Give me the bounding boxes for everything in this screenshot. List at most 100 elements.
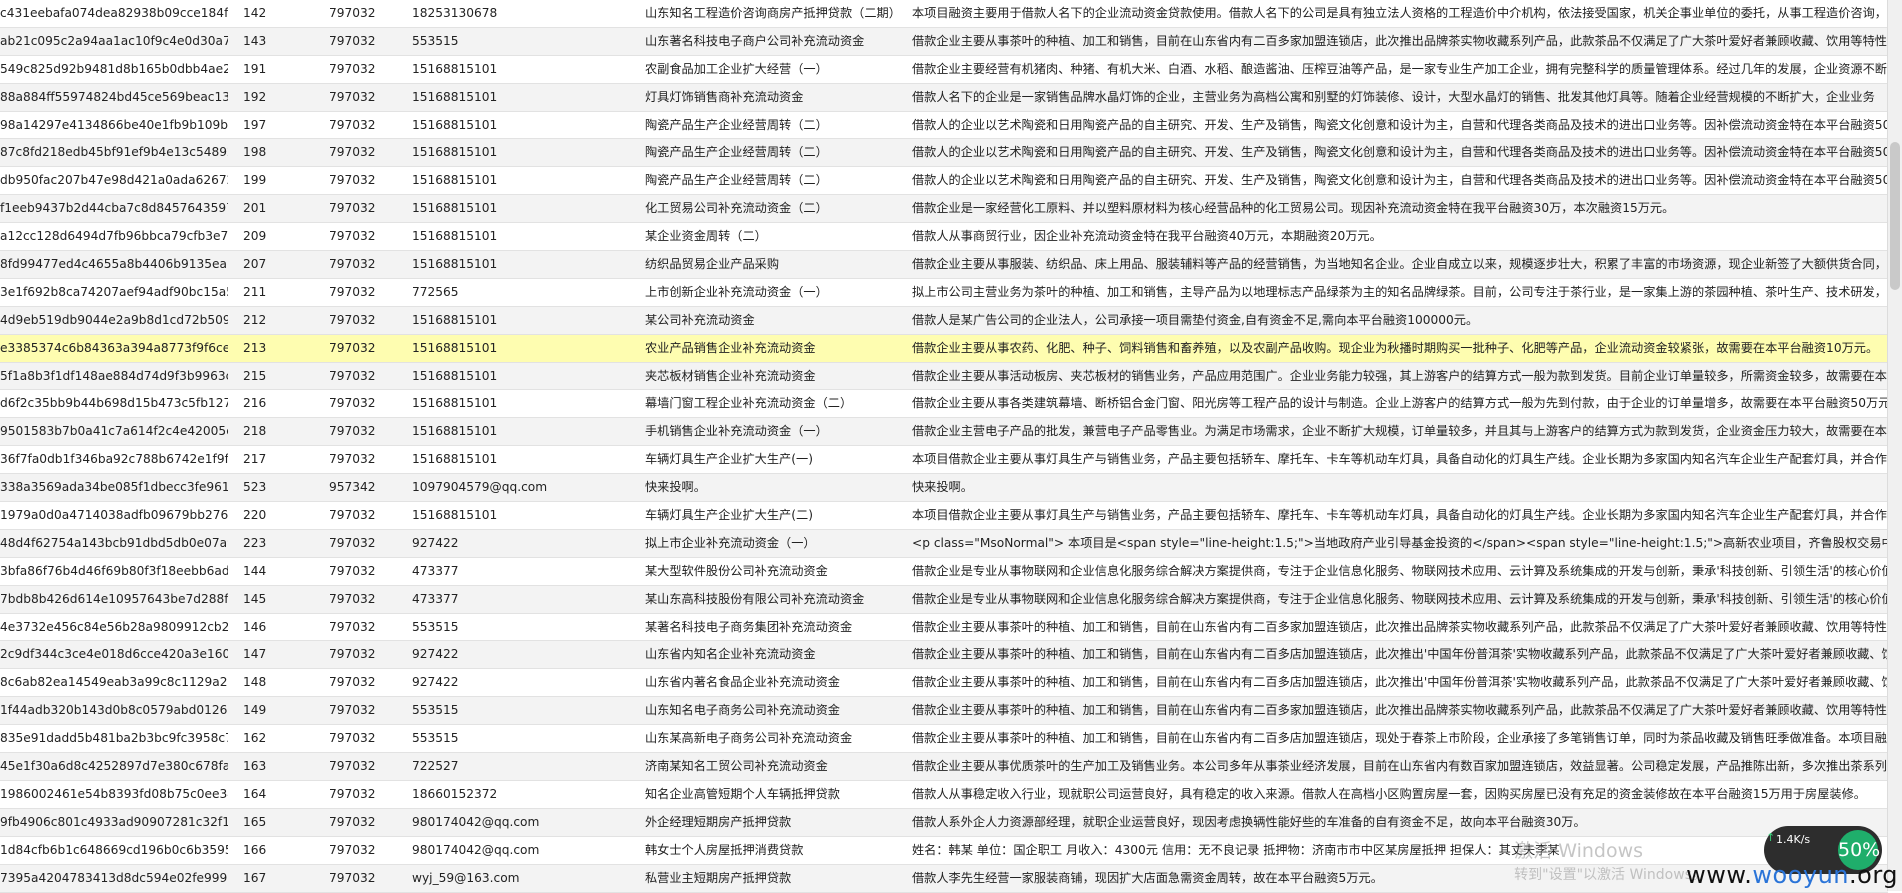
row-contact-cell: 15168815101 (412, 312, 498, 327)
table-row[interactable]: 7bdb8b426d614e10957643be7d288fdd 145 79703… (0, 585, 1888, 614)
row-contact-cell: 15168815101 (412, 173, 498, 188)
row-description-cell: 借款人的企业以艺术陶瓷和日用陶瓷产品的自主研究、开发、生产及销售，陶瓷文化创意和… (912, 145, 1888, 160)
row-hash-cell: 9fb4906c801c4933ad90907281c32f19 (0, 814, 228, 829)
row-hash-cell: 8fd99477ed4c4655a8b4406b9135eab5 (0, 257, 228, 272)
table-row[interactable]: 549c825d92b9481d8b165b0dbb4ae2c3 191 79703… (0, 56, 1888, 84)
table-row[interactable]: 9fb4906c801c4933ad90907281c32f19 165 79703… (0, 808, 1888, 837)
row-hash-cell: 98a14297e4134866be40e1fb9b109b92 (0, 117, 228, 132)
row-hash-cell: 88a884ff55974824bd45ce569beac13a (0, 89, 228, 104)
row-seq-cell: 191 (243, 61, 267, 76)
row-hash-cell: 48d4f62754a143bcb91dbd5db0e07a9b (0, 535, 228, 550)
table-row[interactable]: db950fac207b47e98d421a0ada62672c 199 79703… (0, 167, 1888, 196)
row-code-cell: 797032 (329, 89, 376, 104)
row-hash-cell: db950fac207b47e98d421a0ada62672c (0, 173, 228, 188)
row-code-cell: 797032 (329, 284, 376, 299)
windows-activation-watermark: 激活 Windows 转到"设置"以激活 Windows。 (1514, 839, 1706, 887)
table-row[interactable]: 5f1a8b3f1df148ae884d74d9f3b9963c 215 79703… (0, 362, 1888, 391)
row-seq-cell: 146 (243, 619, 267, 634)
site-name: wooyun (1752, 861, 1849, 889)
row-code-cell: 797032 (329, 368, 376, 383)
row-seq-cell: 145 (243, 591, 267, 606)
row-seq-cell: 192 (243, 89, 267, 104)
row-description-cell: 快来投啊。 (912, 480, 973, 495)
table-row[interactable]: 45e1f30a6d8c4252897d7e380c678fa1 163 79703… (0, 753, 1888, 781)
row-hash-cell: f1eeb9437b2d44cba7c8d8457643597 9 (0, 201, 228, 216)
row-title-cell: 私营业主短期房产抵押贷款 (645, 870, 792, 885)
table-row[interactable]: c431eebafa074dea82938b09cce184fd 142 79703… (0, 0, 1888, 28)
site-prefix: www. (1686, 861, 1753, 889)
row-contact-cell: 553515 (412, 33, 459, 48)
row-contact-cell: 722527 (412, 759, 459, 774)
row-title-cell: 上市创新企业补充流动资金（一） (645, 284, 828, 299)
table-row[interactable]: a12cc128d6494d7fb96bbca79cfb3e7b 209 79703… (0, 223, 1888, 252)
table-row[interactable]: 1979a0d0a4714038adfb09679bb2767b 220 79703… (0, 502, 1888, 530)
row-seq-cell: 165 (243, 814, 267, 829)
row-hash-cell: 4e3732e456c84e56b28a9809912cb2cb (0, 619, 228, 634)
table-row[interactable]: ab21c095c2a94aa1ac10f9c4e0d30a7b 143 79703… (0, 27, 1888, 56)
scrollbar-thumb[interactable] (1890, 142, 1900, 290)
row-code-cell: 797032 (329, 675, 376, 690)
table-row-selected[interactable]: e3385374c6b84363a394a8773f9f6ce1 213 79703… (0, 334, 1888, 363)
table-row[interactable]: 1f44adb320b143d0b8c0579abd01266f 149 79703… (0, 697, 1888, 726)
table-row[interactable]: 3bfa86f76b4d46f69b80f3f18eebb6ad 144 79703… (0, 558, 1888, 586)
row-contact-cell: 15168815101 (412, 145, 498, 160)
table-row[interactable]: 2c9df344c3ce4e018d6cce420a3e1603 147 79703… (0, 641, 1888, 670)
table-row[interactable]: d6f2c35bb9b44b698d15b473c5fb127d 216 79703… (0, 390, 1888, 419)
row-contact-cell: 15168815101 (412, 340, 498, 355)
table-row[interactable]: 9501583b7b0a41c7a614f2c4e42005c3 218 79703… (0, 418, 1888, 447)
table-row[interactable]: 3e1f692b8ca74207aef94adf90bc15a5 211 79703… (0, 279, 1888, 307)
row-hash-cell: 338a3569ada34be085f1dbecc3fe961f (0, 480, 228, 495)
table-row[interactable]: 8fd99477ed4c4655a8b4406b9135eab5 207 79703… (0, 251, 1888, 279)
row-title-cell: 陶瓷产品生产企业经营周转（二） (645, 173, 828, 188)
row-contact-cell: 15168815101 (412, 257, 498, 272)
watermark-title: 激活 Windows (1514, 840, 1644, 862)
table-row[interactable]: 1986002461e54b8393fd08b75c0ee345 164 79703… (0, 781, 1888, 809)
row-title-cell: 某大型软件股份公司补充流动资金 (645, 563, 828, 578)
table-row[interactable]: 338a3569ada34be085f1dbecc3fe961f 523 95734… (0, 474, 1888, 503)
row-code-cell: 797032 (329, 61, 376, 76)
vertical-scrollbar[interactable] (1887, 0, 1902, 891)
row-contact-cell: 553515 (412, 619, 459, 634)
row-code-cell: 797032 (329, 173, 376, 188)
table-row[interactable]: 88a884ff55974824bd45ce569beac13a 192 79703… (0, 83, 1888, 112)
row-seq-cell: 164 (243, 786, 267, 801)
row-hash-cell: 1f44adb320b143d0b8c0579abd01266f (0, 703, 228, 718)
row-title-cell: 纺织品贸易企业产品采购 (645, 257, 780, 272)
table-row[interactable]: 4d9eb519db9044e2a9b8d1cd72b50973 212 79703… (0, 306, 1888, 335)
row-description-cell: 借款企业主要从事茶叶的种植、加工和销售，目前在山东省内有二百多家加盟连锁店，此次… (912, 703, 1888, 718)
table-row[interactable]: 835e91dadd5b481ba2b3bc9fc3958c7e 162 79703… (0, 725, 1888, 754)
row-contact-cell: 980174042@qq.com (412, 814, 540, 829)
row-description-cell: 借款企业是一家经营化工原料、并以塑料原材料为核心经营品种的化工贸易公司。现因补充… (912, 201, 1675, 216)
row-title-cell: 手机销售企业补充流动资金（一） (645, 424, 828, 439)
row-description-cell: 借款企业主要从事茶叶的种植、加工和销售，目前在山东省内有二百多家加盟连锁店，此次… (912, 619, 1888, 634)
row-description-cell: 借款企业主要从事服装、纺织品、床上用品、服装辅料等产品的经营销售，为当地知名企业… (912, 257, 1888, 272)
row-seq-cell: 197 (243, 117, 267, 132)
row-code-cell: 797032 (329, 145, 376, 160)
row-contact-cell: 18253130678 (412, 6, 498, 20)
table-row[interactable]: 36f7fa0db1f346ba92c788b6742e1f9f 217 79703… (0, 446, 1888, 475)
row-hash-cell: 8c6ab82ea14549eab3a99c8c1129a23e (0, 675, 228, 690)
row-seq-cell: 215 (243, 368, 267, 383)
table-row[interactable]: 87c8fd218edb45bf91ef9b4e13c54892 198 79703… (0, 139, 1888, 168)
row-hash-cell: a12cc128d6494d7fb96bbca79cfb3e7b (0, 229, 228, 244)
row-contact-cell: wyj_59@163.com (412, 870, 520, 885)
table-row[interactable]: f1eeb9437b2d44cba7c8d8457643597 9 201 7970… (0, 195, 1888, 224)
row-hash-cell: ab21c095c2a94aa1ac10f9c4e0d30a7b (0, 33, 228, 48)
row-seq-cell: 218 (243, 424, 267, 439)
row-title-cell: 济南某知名工贸公司补充流动资金 (645, 759, 828, 774)
table-row[interactable]: 4e3732e456c84e56b28a9809912cb2cb 146 79703… (0, 614, 1888, 642)
row-code-cell: 797032 (329, 786, 376, 801)
row-description-cell: 本项目融资主要用于借款人名下的企业流动资金贷款使用。借款人名下的公司是具有独立法… (912, 6, 1888, 20)
row-title-cell: 拟上市企业补充流动资金（一） (645, 535, 816, 550)
row-title-cell: 夹芯板材销售企业补充流动资金 (645, 368, 816, 383)
row-title-cell: 陶瓷产品生产企业经营周转（二） (645, 145, 828, 160)
row-title-cell: 快来投啊。 (645, 480, 706, 495)
table-row[interactable]: 48d4f62754a143bcb91dbd5db0e07a9b 223 79703… (0, 529, 1888, 558)
row-code-cell: 797032 (329, 33, 376, 48)
table-row[interactable]: 8c6ab82ea14549eab3a99c8c1129a23e 148 79703… (0, 669, 1888, 698)
row-seq-cell: 162 (243, 731, 267, 746)
row-hash-cell: c431eebafa074dea82938b09cce184fd (0, 6, 228, 20)
table-row[interactable]: 98a14297e4134866be40e1fb9b109b92 197 79703… (0, 112, 1888, 140)
row-title-cell: 某公司补充流动资金 (645, 312, 755, 327)
row-code-cell: 797032 (329, 535, 376, 550)
